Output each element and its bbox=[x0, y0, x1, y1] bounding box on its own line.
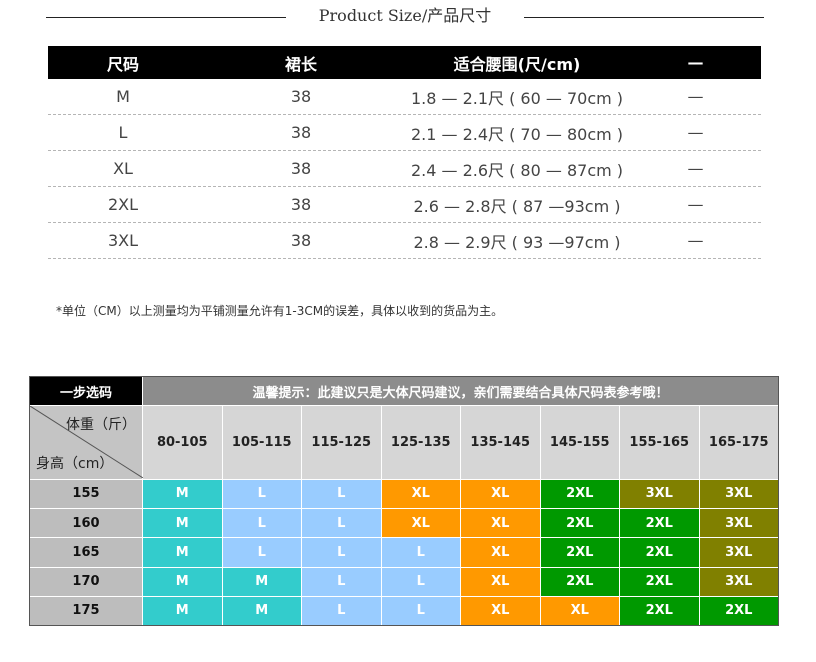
size-cell: XL bbox=[380, 478, 461, 510]
cell-length: 38 bbox=[290, 159, 312, 178]
weight-range: 165-175 bbox=[698, 405, 779, 480]
size-cell: L bbox=[221, 537, 302, 568]
cell-waist: 2.4 — 2.6尺 ( 80 — 87cm ) bbox=[410, 160, 624, 180]
size-cell: XL bbox=[460, 595, 541, 627]
axis-corner: 体重（斤） 身高（cm） bbox=[29, 405, 143, 480]
cell-size: M bbox=[116, 87, 130, 106]
header-extra: — bbox=[687, 53, 704, 72]
table-row: 165 M L L L XL 2XL 2XL 3XL bbox=[29, 537, 779, 568]
size-cell: M bbox=[142, 508, 223, 539]
cell-length: 38 bbox=[290, 123, 312, 142]
size-cell: XL bbox=[539, 595, 620, 627]
weight-range: 115-125 bbox=[301, 405, 382, 480]
weight-range: 125-135 bbox=[380, 405, 461, 480]
cell-extra: — bbox=[687, 231, 704, 250]
size-cell: M bbox=[142, 537, 223, 568]
page-title: Product Size/产品尺寸 bbox=[318, 6, 492, 25]
weight-range: 145-155 bbox=[539, 405, 620, 480]
table-row: 155 M L L XL XL 2XL 3XL 3XL bbox=[29, 478, 779, 510]
table-row: 160 M L L XL XL 2XL 2XL 3XL bbox=[29, 508, 779, 539]
header-size: 尺码 bbox=[106, 54, 139, 74]
cell-waist: 2.6 — 2.8尺 ( 87 —93cm ) bbox=[413, 196, 621, 216]
weight-range: 80-105 bbox=[142, 405, 223, 480]
size-cell: 2XL bbox=[619, 595, 700, 627]
height-value: 175 bbox=[29, 595, 143, 627]
cell-waist: 2.8 — 2.9尺 ( 93 —97cm ) bbox=[413, 232, 621, 252]
size-cell: 2XL bbox=[539, 537, 620, 568]
table-row: XL 38 2.4 — 2.6尺 ( 80 — 87cm ) — bbox=[48, 151, 761, 187]
size-cell: L bbox=[380, 537, 461, 568]
header-rule-left bbox=[46, 17, 286, 18]
height-value: 165 bbox=[29, 537, 143, 568]
size-table-header: 尺码 裙长 适合腰围(尺/cm) — bbox=[48, 46, 761, 79]
header-rule-right bbox=[524, 17, 764, 18]
size-cell: XL bbox=[460, 537, 541, 568]
size-cell: L bbox=[380, 595, 461, 627]
size-cell: 2XL bbox=[619, 537, 700, 568]
size-cell: 3XL bbox=[698, 566, 779, 597]
size-cell: 2XL bbox=[619, 508, 700, 539]
size-cell: L bbox=[301, 537, 382, 568]
size-cell: XL bbox=[380, 508, 461, 539]
table-row: 170 M M L L XL 2XL 2XL 3XL bbox=[29, 566, 779, 597]
step-label: 一步选码 bbox=[29, 375, 143, 407]
tip-banner: 温馨提示：此建议只是大体尺码建议，亲们需要结合具体尺码表参考哦！ bbox=[142, 375, 779, 407]
size-cell: 2XL bbox=[698, 595, 779, 627]
cell-length: 38 bbox=[290, 195, 312, 214]
cell-size: 3XL bbox=[107, 231, 139, 250]
size-cell: L bbox=[301, 478, 382, 510]
size-cell: 3XL bbox=[619, 478, 700, 510]
cell-size: 2XL bbox=[107, 195, 139, 214]
height-value: 170 bbox=[29, 566, 143, 597]
weight-range: 135-145 bbox=[460, 405, 541, 480]
size-cell: M bbox=[142, 595, 223, 627]
cell-length: 38 bbox=[290, 87, 312, 106]
weight-axis-label: 体重（斤） bbox=[66, 417, 136, 434]
size-cell: 3XL bbox=[698, 478, 779, 510]
size-cell: 2XL bbox=[539, 566, 620, 597]
height-value: 155 bbox=[29, 478, 143, 510]
cell-size: XL bbox=[113, 159, 133, 178]
table-row: L 38 2.1 — 2.4尺 ( 70 — 80cm ) — bbox=[48, 115, 761, 151]
cell-extra: — bbox=[687, 123, 704, 142]
size-cell: L bbox=[301, 508, 382, 539]
cell-waist: 2.1 — 2.4尺 ( 70 — 80cm ) bbox=[410, 124, 624, 144]
size-cell: M bbox=[142, 566, 223, 597]
cell-length: 38 bbox=[290, 231, 312, 250]
table-row: 175 M M L L XL XL 2XL 2XL bbox=[29, 595, 779, 627]
cell-waist: 1.8 — 2.1尺 ( 60 — 70cm ) bbox=[410, 88, 624, 108]
header-waist: 适合腰围(尺/cm) bbox=[453, 54, 581, 74]
size-cell: L bbox=[221, 478, 302, 510]
size-cell: 2XL bbox=[539, 508, 620, 539]
size-cell: M bbox=[221, 566, 302, 597]
size-cell: 2XL bbox=[619, 566, 700, 597]
size-cell: XL bbox=[460, 508, 541, 539]
size-cell: L bbox=[221, 508, 302, 539]
size-cell: XL bbox=[460, 478, 541, 510]
size-cell: XL bbox=[460, 566, 541, 597]
size-cell: 3XL bbox=[698, 508, 779, 539]
header-skirt-length: 裙长 bbox=[284, 54, 317, 74]
size-cell: L bbox=[380, 566, 461, 597]
weight-range: 155-165 bbox=[619, 405, 700, 480]
height-axis-label: 身高（cm） bbox=[36, 455, 114, 472]
table-row: M 38 1.8 — 2.1尺 ( 60 — 70cm ) — bbox=[48, 79, 761, 115]
size-table: 尺码 裙长 适合腰围(尺/cm) — M 38 1.8 — 2.1尺 ( 60 … bbox=[48, 46, 761, 259]
size-cell: L bbox=[301, 566, 382, 597]
table-row: 2XL 38 2.6 — 2.8尺 ( 87 —93cm ) — bbox=[48, 187, 761, 223]
cell-extra: — bbox=[687, 159, 704, 178]
cell-size: L bbox=[118, 123, 128, 142]
size-cell: M bbox=[142, 478, 223, 510]
size-recommendation-table: 一步选码 温馨提示：此建议只是大体尺码建议，亲们需要结合具体尺码表参考哦！ 体重… bbox=[29, 375, 779, 627]
cell-extra: — bbox=[687, 195, 704, 214]
weight-range: 105-115 bbox=[221, 405, 302, 480]
measurement-note: *单位（CM）以上测量均为平铺测量允许有1-3CM的误差，具体以收到的货品为主。 bbox=[56, 304, 504, 318]
size-cell: L bbox=[301, 595, 382, 627]
size-cell: 3XL bbox=[698, 537, 779, 568]
table-row: 3XL 38 2.8 — 2.9尺 ( 93 —97cm ) — bbox=[48, 223, 761, 259]
size-cell: 2XL bbox=[539, 478, 620, 510]
size-cell: M bbox=[221, 595, 302, 627]
height-value: 160 bbox=[29, 508, 143, 539]
cell-extra: — bbox=[687, 87, 704, 106]
